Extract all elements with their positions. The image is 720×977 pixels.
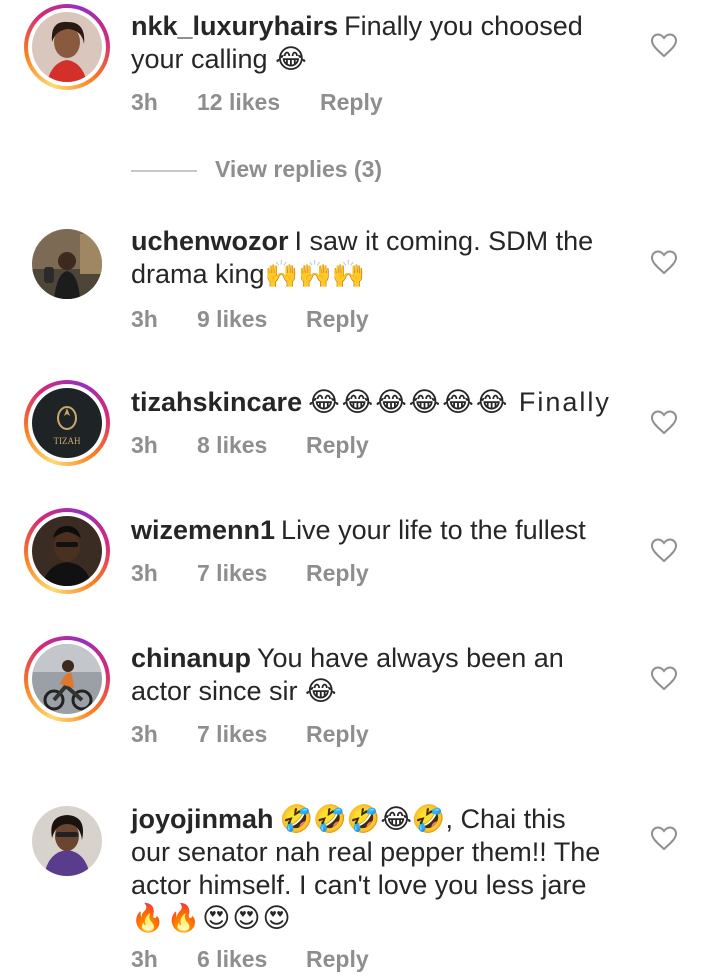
reply-button[interactable]: Reply — [320, 89, 383, 116]
comment-text: wizemenn1 Live your life to the fullest — [131, 514, 631, 547]
comment-likes[interactable]: 6 likes — [197, 946, 267, 973]
comment-time: 3h — [131, 306, 158, 332]
divider — [131, 170, 197, 172]
comment-item: chinanup You have always been an actor si… — [0, 636, 720, 766]
comment-time: 3h — [131, 432, 158, 458]
comment-text: nkk_luxuryhairs Finally you choosed your … — [131, 10, 631, 76]
comment-time: 3h — [131, 946, 158, 972]
view-replies-label[interactable]: View replies (3) — [215, 156, 382, 183]
view-replies[interactable]: View replies (3) — [131, 155, 531, 187]
comment-time: 3h — [131, 89, 158, 115]
reply-button[interactable]: Reply — [306, 432, 369, 459]
avatar — [32, 12, 102, 82]
comment-time: 3h — [131, 560, 158, 586]
comment-body: 🤣🤣🤣😂🤣, Chai this — [279, 804, 566, 834]
comment-item: wizemenn1 Live your life to the fullest 3… — [0, 508, 720, 608]
reply-button[interactable]: Reply — [306, 560, 369, 587]
comment-username[interactable]: joyojinmah — [131, 804, 274, 834]
avatar-story-ring[interactable] — [24, 4, 110, 90]
comment-text: tizahskincare 😂😂😂😂😂😂 Finally — [131, 386, 631, 419]
comment-username[interactable]: tizahskincare — [131, 387, 302, 417]
comment-body: 🔥🔥😍😍😍 — [131, 903, 293, 933]
comment-body: Finally you choosed — [344, 11, 583, 41]
comment-username[interactable]: wizemenn1 — [131, 515, 275, 545]
comment-username[interactable]: nkk_luxuryhairs — [131, 11, 338, 41]
heart-outline-icon[interactable] — [650, 665, 678, 691]
reply-button[interactable]: Reply — [306, 946, 369, 973]
comment-body: actor since sir 😂 — [131, 676, 337, 706]
comment-item: joyojinmah 🤣🤣🤣😂🤣, Chai this our senator n… — [0, 797, 720, 977]
reply-button[interactable]: Reply — [306, 306, 369, 333]
comment-body: 😂😂😂😂😂😂 Finally — [308, 387, 611, 417]
avatar-story-ring[interactable] — [24, 636, 110, 722]
comment-body: You have always been an — [257, 643, 564, 673]
avatar-story-ring[interactable]: TIZAH — [24, 380, 110, 466]
heart-outline-icon[interactable] — [650, 825, 678, 851]
heart-outline-icon[interactable] — [650, 409, 678, 435]
heart-outline-icon[interactable] — [650, 32, 678, 58]
avatar — [32, 516, 102, 586]
comment-likes[interactable]: 7 likes — [197, 721, 267, 748]
brand-logo-text: TIZAH — [54, 436, 81, 446]
comment-item: nkk_luxuryhairs Finally you choosed your … — [0, 0, 720, 150]
avatar: TIZAH — [32, 388, 102, 458]
avatar-story-ring[interactable] — [24, 508, 110, 594]
comment-likes[interactable]: 9 likes — [197, 306, 267, 333]
comment-likes[interactable]: 12 likes — [197, 89, 280, 116]
reply-button[interactable]: Reply — [306, 721, 369, 748]
comment-body: actor himself. I can't love you less jar… — [131, 870, 587, 900]
avatar[interactable] — [32, 806, 102, 876]
comment-text: uchenwozor I saw it coming. SDM the drama… — [131, 225, 631, 291]
comment-text: chinanup You have always been an actor si… — [131, 642, 631, 708]
comment-body: drama king🙌🙌🙌 — [131, 259, 366, 289]
comment-username[interactable]: chinanup — [131, 643, 251, 673]
comment-body: Live your life to the fullest — [281, 515, 586, 545]
comment-likes[interactable]: 8 likes — [197, 432, 267, 459]
heart-outline-icon[interactable] — [650, 249, 678, 275]
comment-text: joyojinmah 🤣🤣🤣😂🤣, Chai this our senator n… — [131, 803, 651, 935]
comment-likes[interactable]: 7 likes — [197, 560, 267, 587]
comment-body: our senator nah real pepper them!! The — [131, 837, 601, 867]
comment-username[interactable]: uchenwozor — [131, 226, 289, 256]
comment-body: I saw it coming. SDM the — [294, 226, 594, 256]
heart-outline-icon[interactable] — [650, 537, 678, 563]
avatar — [32, 644, 102, 714]
avatar[interactable] — [32, 229, 102, 299]
comment-time: 3h — [131, 721, 158, 747]
comment-item: uchenwozor I saw it coming. SDM the drama… — [0, 215, 720, 345]
comment-body: your calling 😂 — [131, 44, 307, 74]
comment-item: TIZAH tizahskincare 😂😂😂😂😂😂 Finally 3h 8 l… — [0, 380, 720, 480]
